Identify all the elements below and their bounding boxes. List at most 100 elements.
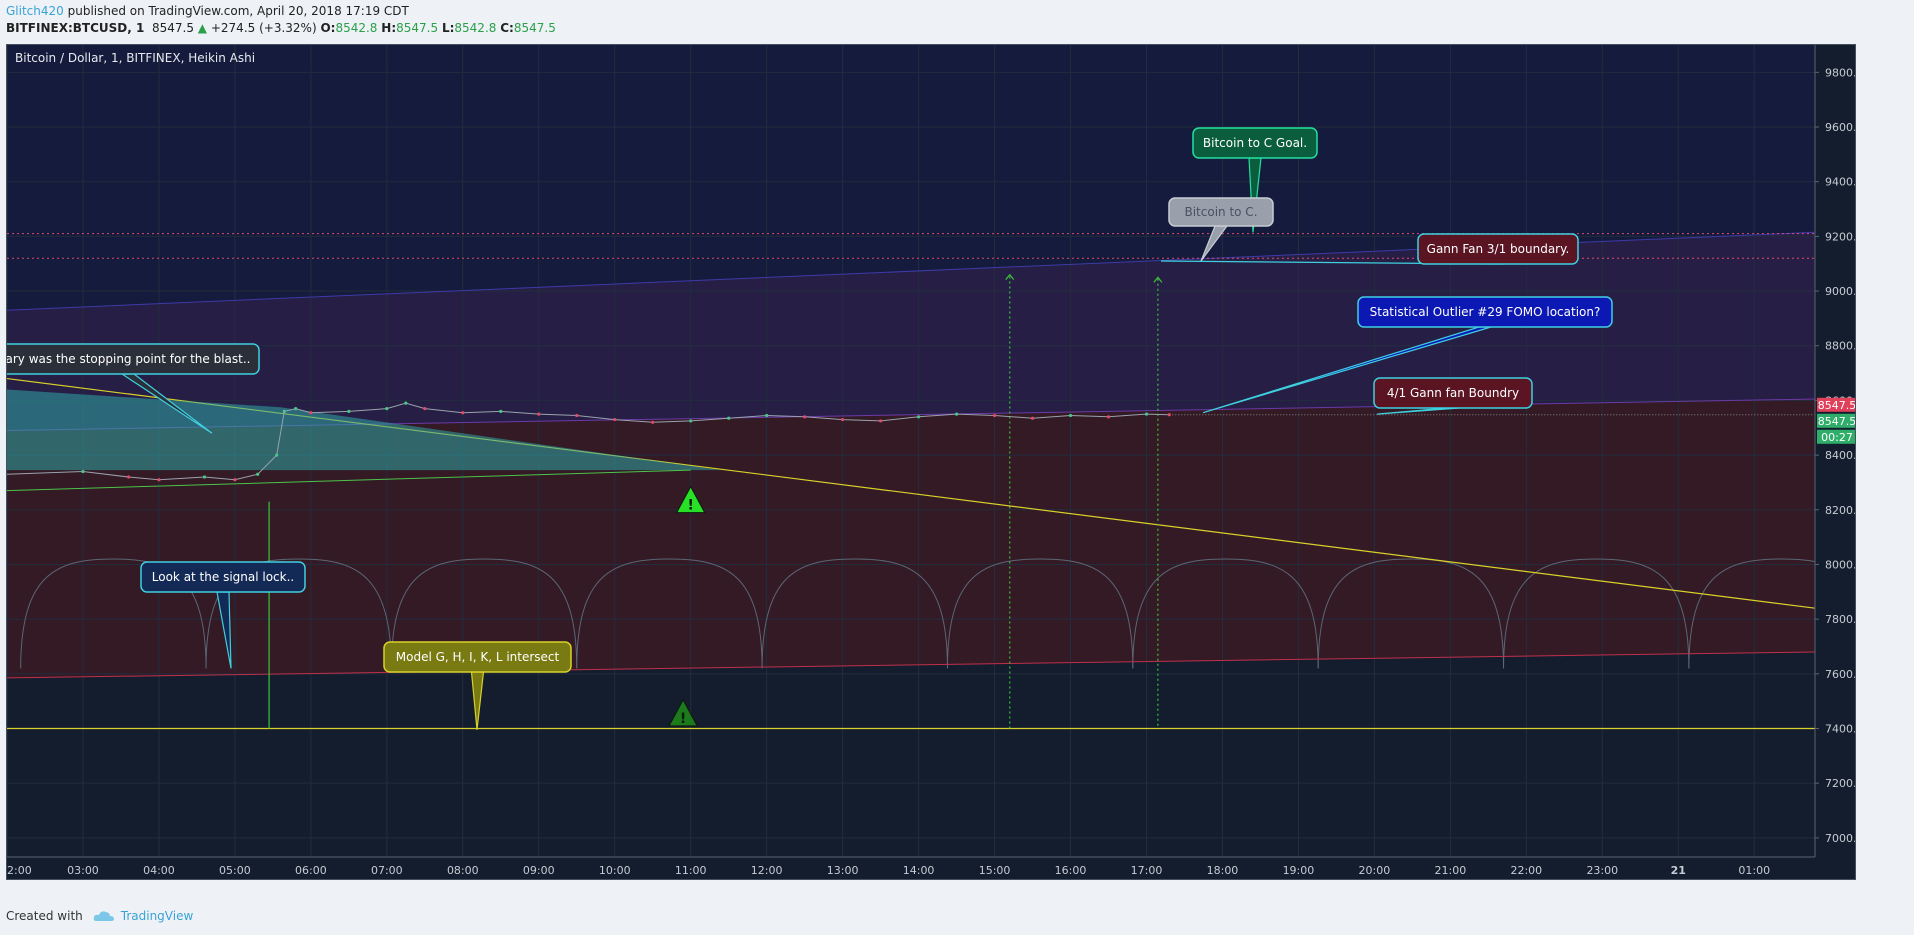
open-value: 8542.8 bbox=[335, 21, 378, 35]
price-point bbox=[803, 415, 807, 419]
x-tick-label: 10:00 bbox=[599, 864, 631, 877]
price-point bbox=[126, 475, 131, 479]
price-point bbox=[1068, 413, 1073, 418]
y-tick-label: 9600.0 bbox=[1825, 121, 1856, 134]
price-point bbox=[1167, 413, 1171, 417]
price-point bbox=[423, 407, 427, 411]
price-point bbox=[81, 469, 85, 474]
tradingview-brand-link[interactable]: TradingView bbox=[93, 909, 194, 923]
x-tick-label: 16:00 bbox=[1055, 864, 1087, 877]
price-point bbox=[841, 417, 845, 422]
x-tick-label: 07:00 bbox=[371, 864, 403, 877]
x-tick-label: 13:00 bbox=[827, 864, 859, 877]
x-tick-label: 23:00 bbox=[1586, 864, 1618, 877]
low-label: L: bbox=[441, 21, 455, 35]
author-link[interactable]: Glitch420 bbox=[6, 4, 64, 18]
x-tick-label: 21:00 bbox=[1435, 864, 1467, 877]
price-point bbox=[385, 407, 389, 411]
price-point bbox=[727, 416, 731, 420]
x-tick-label: 01:00 bbox=[1738, 864, 1770, 877]
last-price-text-green: 8547.5 bbox=[1818, 415, 1856, 428]
annotation-label: Model G, H, I, K, L intersect bbox=[396, 650, 560, 664]
annotation-label: Bitcoin to C Goal. bbox=[1203, 136, 1307, 150]
x-tick-label: 05:00 bbox=[219, 864, 251, 877]
warning-mark: ! bbox=[688, 498, 694, 514]
x-tick-label: 04:00 bbox=[143, 864, 175, 877]
price-point bbox=[256, 472, 260, 476]
y-tick-label: 7800.0 bbox=[1825, 613, 1856, 626]
x-tick-label: 03:00 bbox=[67, 864, 99, 877]
x-tick-label: 15:00 bbox=[979, 864, 1011, 877]
y-tick-label: 9800.0 bbox=[1825, 66, 1856, 79]
price-chart[interactable]: !! Bitcoin to C Goal. Bitcoin to C. Gann F… bbox=[7, 45, 1856, 880]
price-point bbox=[879, 419, 883, 423]
price-point bbox=[233, 478, 237, 482]
price-axis-background bbox=[1815, 45, 1855, 879]
y-tick-label: 8000.0 bbox=[1825, 558, 1856, 571]
x-tick-label: 09:00 bbox=[523, 864, 555, 877]
chart-panel[interactable]: !! Bitcoin to C Goal. Bitcoin to C. Gann F… bbox=[6, 44, 1856, 880]
last-price-text-red: 8547.5 bbox=[1818, 399, 1856, 412]
y-tick-label: 9200.0 bbox=[1825, 230, 1856, 243]
x-tick-label: 12:00 bbox=[751, 864, 783, 877]
price-point bbox=[1106, 415, 1111, 419]
price-point bbox=[689, 419, 693, 423]
price-point bbox=[992, 413, 997, 418]
price-point bbox=[613, 417, 617, 422]
y-tick-label: 7000.0 bbox=[1825, 832, 1856, 845]
price-point bbox=[347, 409, 351, 413]
y-tick-label: 8800.0 bbox=[1825, 340, 1856, 353]
y-tick-label: 7400.0 bbox=[1825, 723, 1856, 736]
created-with-label: Created with bbox=[6, 909, 83, 923]
price-point bbox=[202, 475, 207, 479]
symbol-label: BITFINEX:BTCUSD, 1 bbox=[6, 21, 145, 35]
publish-info: Glitch420 published on TradingView.com, … bbox=[6, 4, 409, 18]
annotation-label: ary was the stopping point for the blast… bbox=[7, 352, 250, 366]
publish-text: published on TradingView.com, April 20, … bbox=[67, 4, 409, 18]
price-point bbox=[916, 415, 921, 419]
open-label: O: bbox=[320, 21, 336, 35]
y-tick-label: 7600.0 bbox=[1825, 668, 1856, 681]
high-label: H: bbox=[381, 21, 397, 35]
x-tick-label: 21 bbox=[1671, 864, 1686, 877]
annotation-label: Bitcoin to C. bbox=[1184, 205, 1257, 219]
low-value: 8542.8 bbox=[454, 21, 497, 35]
x-tick-label: 14:00 bbox=[903, 864, 935, 877]
tradingview-label: TradingView bbox=[120, 909, 194, 923]
chart-title: Bitcoin / Dollar, 1, BITFINEX, Heikin As… bbox=[15, 51, 255, 65]
up-arrow-icon: ▲ bbox=[197, 21, 208, 35]
warning-mark: ! bbox=[680, 711, 686, 727]
tradingview-cloud-icon bbox=[93, 911, 114, 921]
annotation-callout-4[interactable]: 4/1 Gann fan Boundry bbox=[1373, 377, 1533, 415]
price-point bbox=[651, 420, 655, 424]
y-tick-label: 9000.0 bbox=[1825, 285, 1856, 298]
price-point bbox=[309, 411, 313, 415]
price-point bbox=[499, 409, 503, 413]
x-tick-label: 2:00 bbox=[7, 864, 32, 877]
price-point bbox=[275, 453, 279, 457]
footer: Created with TradingView bbox=[6, 909, 193, 923]
last-price: 8547.5 bbox=[151, 21, 194, 35]
y-tick-label: 9400.0 bbox=[1825, 176, 1856, 189]
price-point bbox=[537, 412, 541, 416]
y-tick-label: 7200.0 bbox=[1825, 777, 1856, 790]
x-tick-label: 22:00 bbox=[1510, 864, 1542, 877]
x-tick-label: 06:00 bbox=[295, 864, 327, 877]
price-point bbox=[404, 401, 408, 405]
x-tick-label: 08:00 bbox=[447, 864, 479, 877]
close-value: 8547.5 bbox=[513, 21, 556, 35]
x-tick-label: 19:00 bbox=[1283, 864, 1315, 877]
price-point bbox=[461, 411, 465, 415]
close-label: C: bbox=[500, 21, 514, 35]
x-tick-label: 20:00 bbox=[1359, 864, 1391, 877]
y-tick-label: 8200.0 bbox=[1825, 504, 1856, 517]
price-change: +274.5 (+3.32%) bbox=[210, 21, 317, 35]
high-value: 8547.5 bbox=[396, 21, 439, 35]
price-point bbox=[954, 412, 959, 416]
annotation-label: Look at the signal lock.. bbox=[152, 570, 294, 584]
annotation-label: Statistical Outlier #29 FOMO location? bbox=[1370, 305, 1601, 319]
x-tick-label: 18:00 bbox=[1207, 864, 1239, 877]
annotation-label: 4/1 Gann fan Boundry bbox=[1387, 386, 1519, 400]
price-point bbox=[765, 413, 769, 418]
price-point bbox=[282, 409, 286, 413]
